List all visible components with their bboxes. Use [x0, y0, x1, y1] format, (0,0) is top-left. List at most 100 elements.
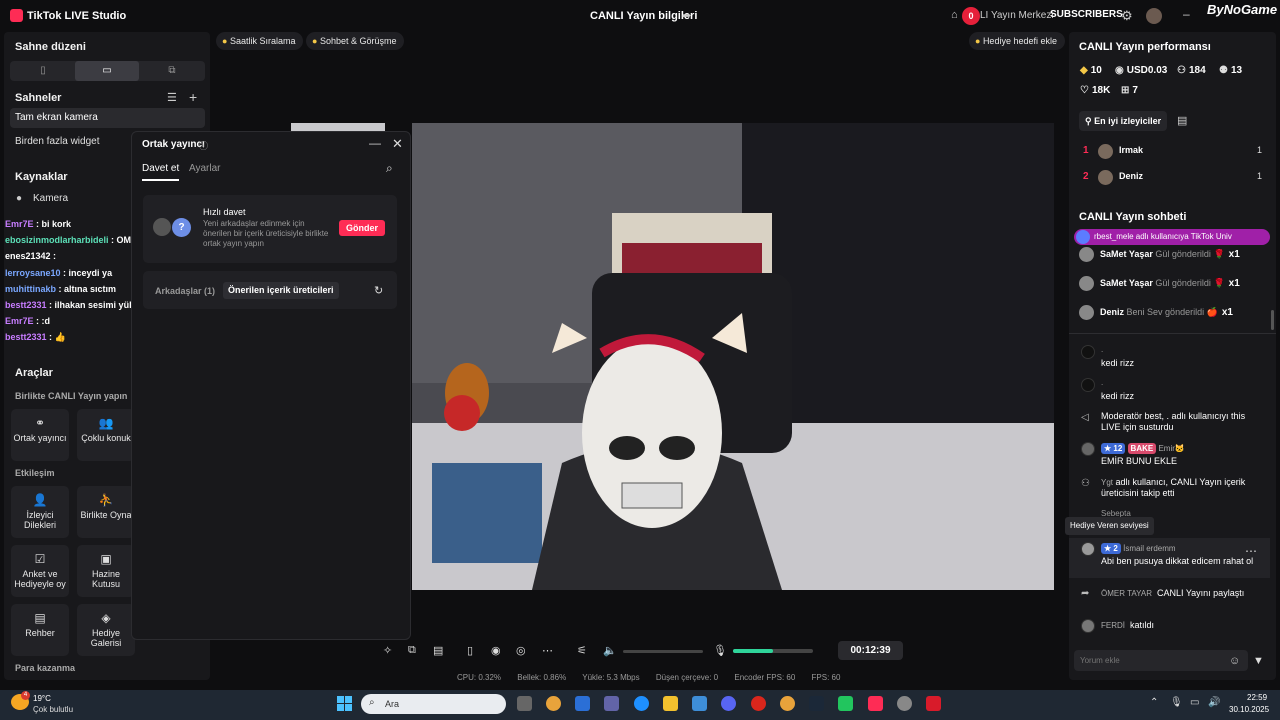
chat-scrollbar[interactable]: [1271, 310, 1274, 330]
youtube-icon[interactable]: [926, 696, 941, 711]
avatar[interactable]: [1081, 345, 1095, 359]
taskbar-search[interactable]: Ara: [361, 694, 506, 714]
source-camera[interactable]: Kamera: [33, 193, 68, 204]
creator-center-link[interactable]: LI Yayın Merkezi: [980, 10, 1054, 21]
chat-meet-pill[interactable]: ● Sohbet & Görüşme: [306, 32, 405, 50]
chat-username[interactable]: bestt2331: [5, 332, 47, 342]
chrome-icon[interactable]: [546, 696, 561, 711]
chat-username[interactable]: Emr7E: [5, 219, 34, 229]
weather-description[interactable]: Çok bulutlu: [33, 705, 73, 714]
add-icon[interactable]: +: [189, 89, 197, 105]
close-icon[interactable]: ✕: [392, 136, 403, 152]
more-options-icon[interactable]: ⋯: [1245, 544, 1257, 558]
tool-button[interactable]: ▤ Rehber: [11, 604, 69, 656]
magic-wand-icon[interactable]: ✧: [383, 644, 392, 657]
notification-badge[interactable]: 0: [962, 7, 980, 25]
clock-time[interactable]: 22:59: [1247, 693, 1267, 702]
gift-goal-pill[interactable]: ● Hediye hedefi ekle: [969, 32, 1065, 50]
layout-split-button[interactable]: ⧉: [140, 61, 204, 81]
minimize-icon[interactable]: —: [369, 136, 381, 150]
layout-landscape-button[interactable]: ▭: [75, 61, 139, 81]
refresh-icon[interactable]: ↻: [374, 284, 383, 297]
hourly-ranking-pill[interactable]: ● Saatlik Sıralama: [216, 32, 304, 50]
tool-button[interactable]: 👥 Çoklu konuk: [77, 409, 135, 461]
search-icon[interactable]: ⌕: [386, 161, 393, 176]
volume-slider[interactable]: [623, 650, 703, 653]
edge-icon[interactable]: [634, 696, 649, 711]
help-icon[interactable]: ⓘ: [199, 139, 208, 152]
task-view-icon[interactable]: [517, 696, 532, 711]
tab-friends[interactable]: Arkadaşlar (1): [155, 286, 215, 296]
chat-username[interactable]: muhittinakb: [5, 284, 56, 294]
comment-user[interactable]: ÖMER TAYAR: [1101, 589, 1152, 598]
camera-settings-icon[interactable]: ◎: [516, 644, 526, 657]
microphone-icon[interactable]: 🎙: [1170, 697, 1183, 708]
gifter-name[interactable]: SaMet Yaşar: [1100, 278, 1153, 288]
avatar[interactable]: [1079, 305, 1094, 320]
share-icon[interactable]: ➦: [682, 9, 694, 22]
network-icon[interactable]: ▭: [1190, 697, 1199, 708]
mixer-icon[interactable]: ⚟: [577, 644, 587, 657]
chat-username[interactable]: bestt2331: [5, 300, 47, 310]
gifter-name[interactable]: SaMet Yaşar: [1100, 249, 1153, 259]
avatar[interactable]: [1146, 8, 1162, 24]
volume-icon[interactable]: 🔊: [1208, 697, 1220, 708]
weather-temperature[interactable]: 19°C: [33, 694, 51, 703]
tool-button[interactable]: 👤 İzleyici Dilekleri: [11, 486, 69, 538]
avatar[interactable]: [1081, 542, 1095, 556]
tool-button[interactable]: ◈ Hediye Galerisi: [77, 604, 135, 656]
comment-user[interactable]: .: [1101, 345, 1103, 354]
app-icon[interactable]: [897, 696, 912, 711]
chat-username[interactable]: Emr7E: [5, 316, 34, 326]
store-icon[interactable]: [692, 696, 707, 711]
tool-button[interactable]: ☑ Anket ve Hediyeyle oy: [11, 545, 69, 597]
avatar[interactable]: [1081, 378, 1095, 392]
app-icon[interactable]: [838, 696, 853, 711]
scene-item[interactable]: Tam ekran kamera: [10, 108, 205, 128]
more-icon[interactable]: ⋯: [542, 644, 553, 657]
chevron-up-icon[interactable]: ⌃: [1150, 697, 1158, 708]
avatar[interactable]: [1079, 276, 1094, 291]
phone-icon[interactable]: ▯: [467, 644, 473, 657]
tab-invite[interactable]: Davet et: [142, 163, 179, 174]
avatar[interactable]: [1098, 144, 1113, 159]
comment-user[interactable]: İsmail erdemm: [1123, 544, 1175, 553]
tab-suggested-creators[interactable]: Önerilen içerik üreticileri: [223, 282, 339, 299]
microphone-icon[interactable]: 🎙: [713, 644, 727, 657]
steam-icon[interactable]: [809, 696, 824, 711]
discord-icon[interactable]: [721, 696, 736, 711]
minimize-icon[interactable]: –: [1183, 7, 1190, 21]
top-viewers-tab[interactable]: ⚲ En iyi izleyiciler: [1079, 111, 1168, 131]
opera-icon[interactable]: [751, 696, 766, 711]
avatar[interactable]: [1098, 170, 1113, 185]
gifter-name[interactable]: Deniz: [1100, 307, 1124, 317]
comment-user[interactable]: FERDİ: [1101, 621, 1125, 630]
teams-icon[interactable]: [604, 696, 619, 711]
viewer-name[interactable]: Deniz: [1119, 171, 1143, 181]
announcement-banner[interactable]: rbest_mele adlı kullanıcıya TikTok Univ: [1074, 229, 1270, 245]
tool-button[interactable]: ⚭ Ortak yayıncı: [11, 409, 69, 461]
chat-username[interactable]: enes21342: [5, 251, 51, 261]
chrome-icon[interactable]: [780, 696, 795, 711]
comment-user[interactable]: .: [1101, 378, 1103, 387]
avatar[interactable]: [1079, 247, 1094, 262]
scene-item[interactable]: Birden fazla widget: [15, 136, 100, 147]
speaker-icon[interactable]: 🔈: [603, 644, 617, 657]
clock-date[interactable]: 30.10.2025: [1229, 705, 1269, 714]
comment-input[interactable]: [1074, 650, 1248, 671]
list-icon[interactable]: ▤: [1177, 114, 1187, 127]
word-icon[interactable]: [575, 696, 590, 711]
emoji-icon[interactable]: ☺: [1229, 655, 1240, 667]
tiktok-live-studio-icon[interactable]: [868, 696, 883, 711]
chat-username[interactable]: lerroysane10: [5, 268, 61, 278]
layout-icon[interactable]: ▤: [433, 644, 443, 657]
avatar[interactable]: [1081, 619, 1095, 633]
layout-portrait-button[interactable]: ▯: [11, 61, 75, 81]
send-button[interactable]: Gönder: [339, 220, 385, 236]
tab-settings[interactable]: Ayarlar: [189, 163, 221, 174]
viewer-name[interactable]: Irmak: [1119, 145, 1143, 155]
effects-icon[interactable]: ⧉: [408, 644, 416, 657]
comment-user[interactable]: Ygt: [1101, 478, 1113, 487]
gear-icon[interactable]: ⚙: [1121, 8, 1133, 24]
camera-preview[interactable]: [412, 123, 1054, 590]
